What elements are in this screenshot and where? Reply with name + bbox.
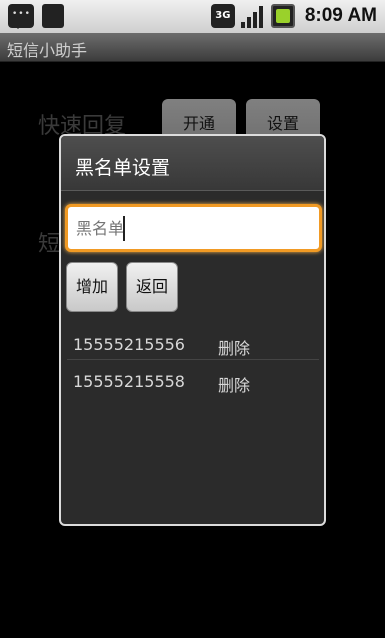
app-title: 短信小助手 [7,41,88,60]
app-title-bar: 短信小助手 [0,33,385,62]
blacklist-number: 15555215556 [73,335,185,354]
dialog-title: 黑名单设置 [75,157,171,179]
delete-link[interactable]: 删除 [218,372,250,396]
battery-icon [270,4,295,28]
3g-icon: 3G [210,4,235,28]
back-button[interactable]: 返回 [126,262,178,312]
status-time: 8:09 AM [304,5,377,26]
message-icon [8,4,34,29]
list-item: 15555215558 删除 [61,364,324,400]
text-caret [123,216,125,241]
signal-icon [240,4,265,28]
sim-card-icon [42,4,64,28]
blacklist-number: 15555215558 [73,372,185,391]
list-item: 15555215556 删除 [61,327,324,363]
delete-link[interactable]: 删除 [218,335,250,359]
add-button[interactable]: 增加 [66,262,118,312]
divider [67,359,319,360]
status-bar: 3G 8:09 AM [0,0,385,33]
blacklist-input[interactable] [65,204,322,252]
blacklist-dialog: 黑名单设置 增加 返回 15555215556 删除 15555215558 删… [59,134,326,526]
